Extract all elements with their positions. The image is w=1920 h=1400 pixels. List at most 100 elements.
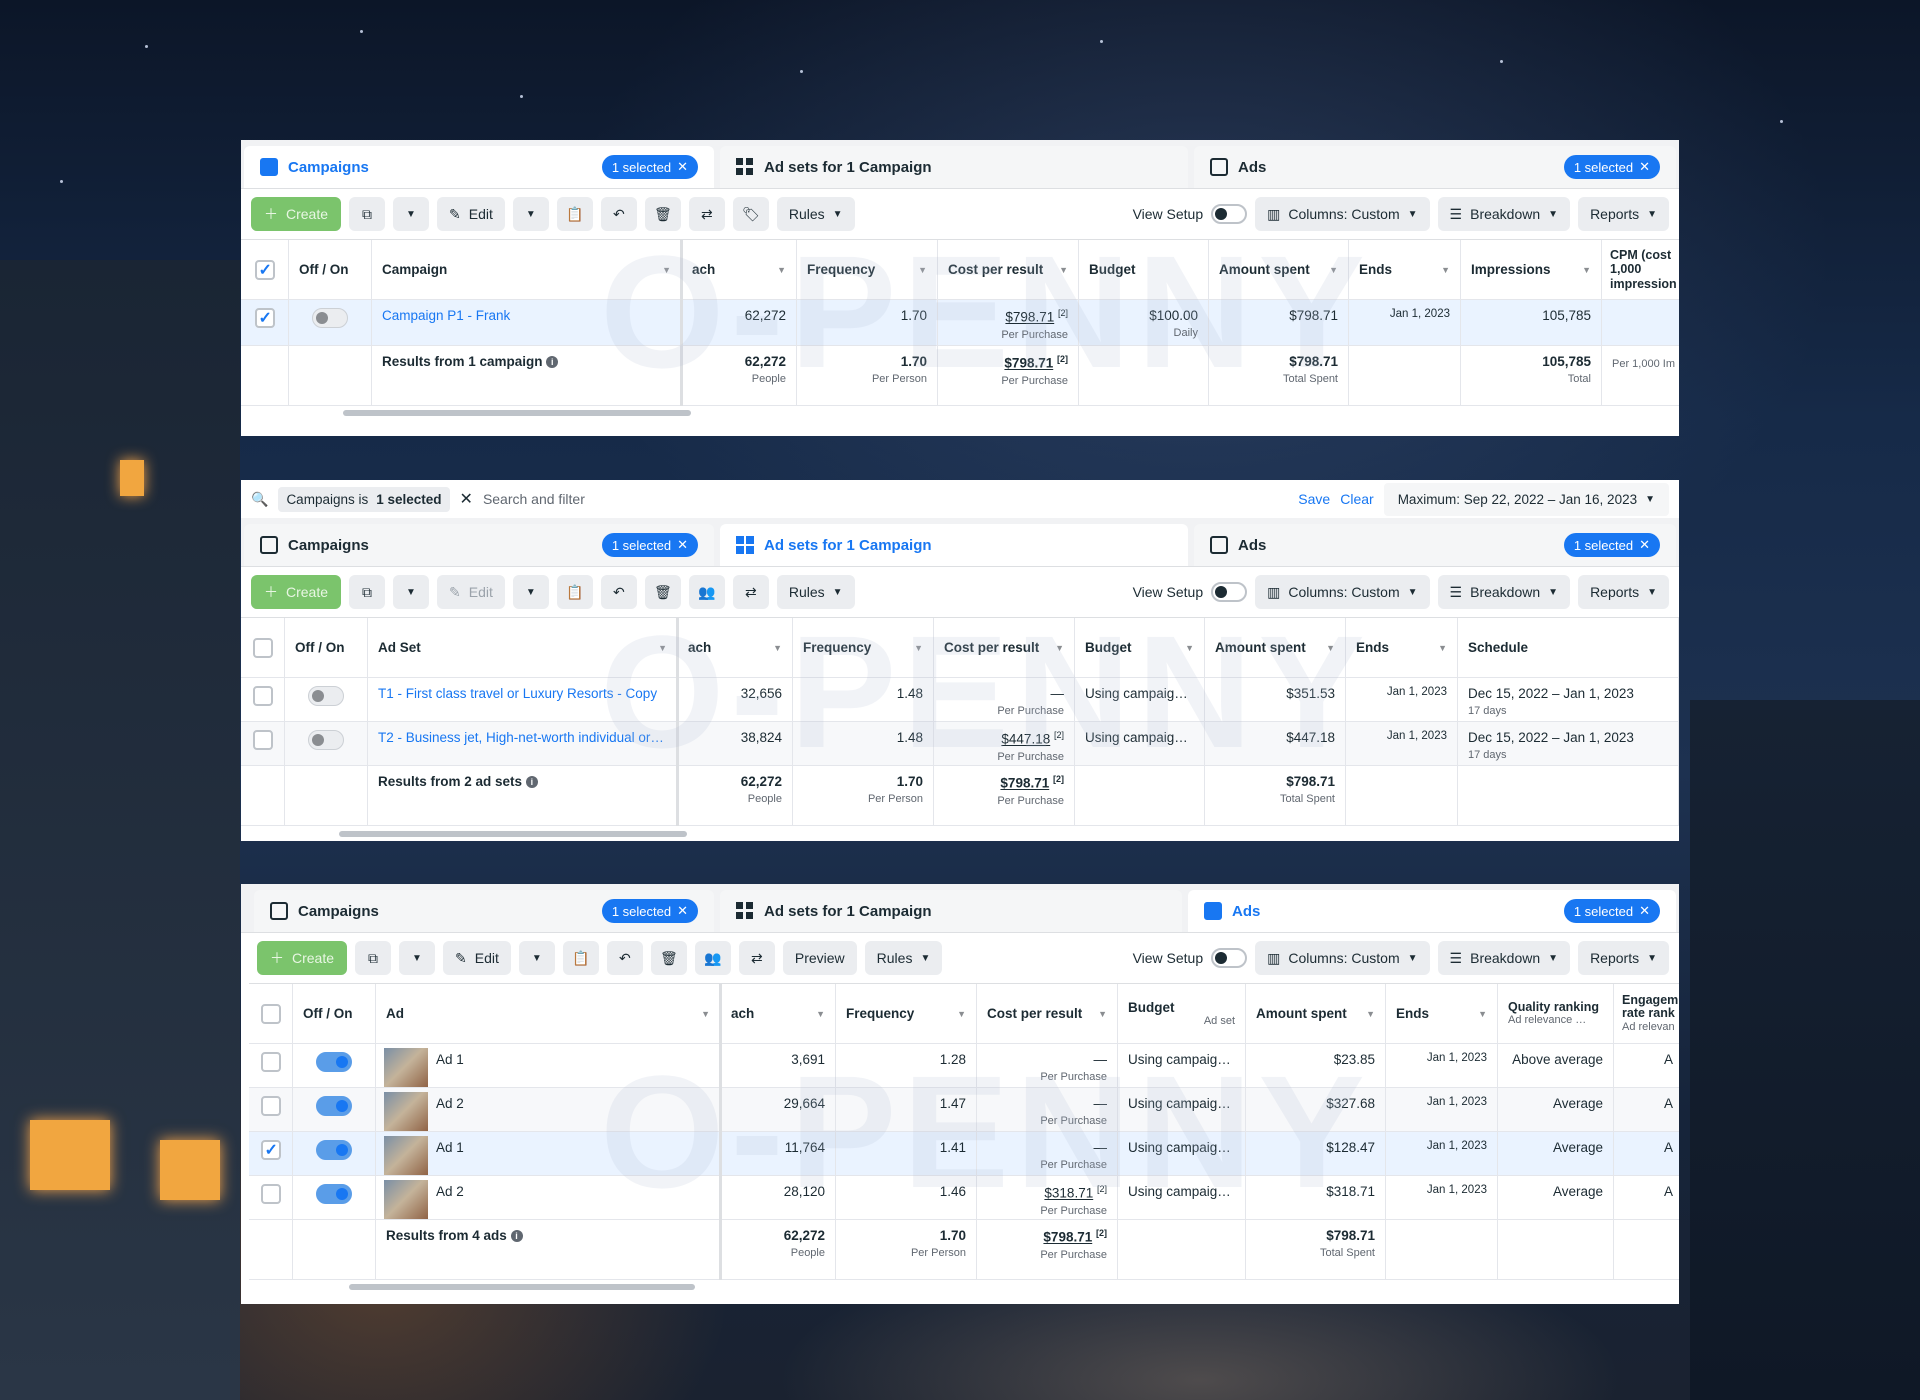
- off-on-toggle[interactable]: [316, 1184, 352, 1204]
- search-input[interactable]: Search and filter: [483, 491, 1288, 507]
- info-icon[interactable]: i: [546, 356, 559, 369]
- campaign-name-link[interactable]: Campaign P1 - Frank: [372, 300, 682, 345]
- duplicate-button[interactable]: ⧉: [355, 941, 391, 975]
- off-on-toggle[interactable]: [316, 1140, 352, 1160]
- edit-button[interactable]: ✎ Edit: [443, 941, 511, 975]
- ab-test-button[interactable]: ⇄: [688, 197, 725, 231]
- off-on-toggle[interactable]: [316, 1096, 352, 1116]
- rules-button[interactable]: Rules ▼: [776, 575, 855, 609]
- col-cost-per-result[interactable]: Cost per result ▼: [977, 984, 1118, 1043]
- cost-value[interactable]: $798.71: [1005, 310, 1054, 325]
- audience-button[interactable]: 👥: [694, 941, 731, 975]
- close-icon[interactable]: ✕: [677, 537, 688, 553]
- row-checkbox[interactable]: [260, 1052, 281, 1072]
- duplicate-dropdown[interactable]: ▼: [399, 941, 435, 975]
- edit-dropdown[interactable]: ▼: [518, 941, 555, 975]
- adset-name-link[interactable]: T2 - Business jet, High-net-worth indivi…: [368, 722, 678, 765]
- select-all-checkbox[interactable]: [252, 637, 273, 658]
- breakdown-button[interactable]: ☰ Breakdown ▼: [1437, 197, 1571, 231]
- edit-dropdown[interactable]: ▼: [512, 197, 549, 231]
- table-row[interactable]: Ad 1 11,764 1.41 — Per Purchase Using cam…: [249, 1132, 1679, 1176]
- table-row[interactable]: Campaign P1 - Frank 62,272 1.70 $798.71 …: [241, 300, 1679, 346]
- duplicate-button[interactable]: ⧉: [349, 197, 385, 231]
- close-icon[interactable]: ✕: [460, 489, 473, 509]
- col-ends[interactable]: Ends ▼: [1386, 984, 1498, 1043]
- undo-button[interactable]: ↶: [600, 575, 637, 609]
- tab-adsets[interactable]: Ad sets for 1 Campaign: [720, 890, 1182, 932]
- cost-value[interactable]: $318.71: [1044, 1186, 1093, 1201]
- row-checkbox[interactable]: [252, 730, 273, 750]
- breakdown-button[interactable]: ☰ Breakdown ▼: [1437, 941, 1571, 975]
- cost-value[interactable]: $447.18: [1001, 732, 1050, 747]
- tab-ads[interactable]: Ads 1 selected ✕: [1188, 890, 1676, 932]
- horizontal-scrollbar[interactable]: [339, 831, 687, 837]
- horizontal-scrollbar[interactable]: [343, 410, 691, 416]
- off-on-toggle[interactable]: [308, 686, 344, 706]
- info-icon[interactable]: i: [510, 1230, 523, 1243]
- selected-badge[interactable]: 1 selected ✕: [1563, 155, 1660, 179]
- columns-button[interactable]: ▥ Columns: Custom ▼: [1255, 197, 1430, 231]
- view-setup-toggle[interactable]: [1211, 204, 1248, 224]
- ad-name-cell[interactable]: Ad 1: [376, 1044, 721, 1087]
- selected-badge[interactable]: 1 selected ✕: [601, 899, 698, 923]
- info-icon[interactable]: i: [525, 776, 538, 789]
- view-setup-toggle[interactable]: [1211, 948, 1248, 968]
- date-range-picker[interactable]: Maximum: Sep 22, 2022 – Jan 16, 2023 ▼: [1383, 482, 1669, 516]
- create-button[interactable]: ＋ Create: [251, 197, 341, 231]
- row-checkbox[interactable]: [252, 686, 273, 706]
- select-all-checkbox[interactable]: [260, 1003, 281, 1024]
- close-icon[interactable]: ✕: [1639, 159, 1650, 175]
- col-budget[interactable]: Budget: [1079, 240, 1209, 299]
- selected-badge[interactable]: 1 selected ✕: [601, 155, 698, 179]
- col-ends[interactable]: Ends ▼: [1349, 240, 1461, 299]
- tab-campaigns[interactable]: Campaigns 1 selected ✕: [244, 524, 714, 566]
- col-frequency[interactable]: Frequency ▼: [793, 618, 934, 677]
- close-icon[interactable]: ✕: [677, 159, 688, 175]
- table-row[interactable]: T1 - First class travel or Luxury Resort…: [241, 678, 1679, 722]
- col-engagement-ranking[interactable]: Engagem rate rank Ad relevan: [1614, 984, 1679, 1043]
- duplicate-dropdown[interactable]: ▼: [393, 197, 429, 231]
- clipboard-button[interactable]: 📋: [556, 197, 593, 231]
- col-impressions[interactable]: Impressions ▼: [1461, 240, 1602, 299]
- col-cost-per-result[interactable]: Cost per result ▼: [938, 240, 1079, 299]
- columns-button[interactable]: ▥ Columns: Custom ▼: [1255, 575, 1430, 609]
- reports-button[interactable]: Reports ▼: [1578, 197, 1669, 231]
- col-reach[interactable]: ach ▼: [678, 618, 793, 677]
- tab-campaigns[interactable]: Campaigns 1 selected ✕: [244, 146, 714, 188]
- col-schedule[interactable]: Schedule: [1458, 618, 1679, 677]
- selected-badge[interactable]: 1 selected ✕: [1563, 899, 1660, 923]
- breakdown-button[interactable]: ☰ Breakdown ▼: [1437, 575, 1571, 609]
- close-icon[interactable]: ✕: [1639, 903, 1650, 919]
- view-setup-toggle[interactable]: [1211, 582, 1248, 602]
- ad-name-cell[interactable]: Ad 1: [376, 1132, 721, 1175]
- col-amount-spent[interactable]: Amount spent ▼: [1246, 984, 1386, 1043]
- edit-button[interactable]: ✎ Edit: [437, 575, 505, 609]
- view-setup[interactable]: View Setup: [1133, 948, 1248, 968]
- reports-button[interactable]: Reports ▼: [1578, 941, 1669, 975]
- ab-test-button[interactable]: ⇄: [738, 941, 775, 975]
- ad-name-cell[interactable]: Ad 2: [376, 1176, 721, 1219]
- col-ad[interactable]: Ad ▼: [376, 984, 721, 1043]
- col-amount-spent[interactable]: Amount spent ▼: [1209, 240, 1349, 299]
- row-checkbox[interactable]: [260, 1184, 281, 1204]
- duplicate-button[interactable]: ⧉: [349, 575, 385, 609]
- tab-campaigns[interactable]: Campaigns 1 selected ✕: [254, 890, 714, 932]
- ad-name[interactable]: Ad 2: [436, 1096, 464, 1111]
- clear-link[interactable]: Clear: [1340, 491, 1373, 507]
- off-on-toggle[interactable]: [316, 1052, 352, 1072]
- col-ends[interactable]: Ends ▼: [1346, 618, 1458, 677]
- tab-adsets[interactable]: Ad sets for 1 Campaign: [720, 524, 1188, 566]
- clipboard-button[interactable]: 📋: [556, 575, 593, 609]
- col-cost-per-result[interactable]: Cost per result ▼: [934, 618, 1075, 677]
- row-checkbox[interactable]: [260, 1140, 281, 1160]
- edit-dropdown[interactable]: ▼: [512, 575, 549, 609]
- horizontal-scrollbar[interactable]: [349, 1284, 695, 1290]
- preview-button[interactable]: Preview: [782, 941, 857, 975]
- delete-button[interactable]: 🗑: [644, 197, 681, 231]
- col-frequency[interactable]: Frequency ▼: [797, 240, 938, 299]
- undo-button[interactable]: ↶: [606, 941, 643, 975]
- col-reach[interactable]: ach ▼: [682, 240, 797, 299]
- ad-name[interactable]: Ad 1: [436, 1052, 464, 1067]
- clipboard-button[interactable]: 📋: [562, 941, 599, 975]
- col-cpm[interactable]: CPM (cost 1,000 impression: [1602, 240, 1679, 299]
